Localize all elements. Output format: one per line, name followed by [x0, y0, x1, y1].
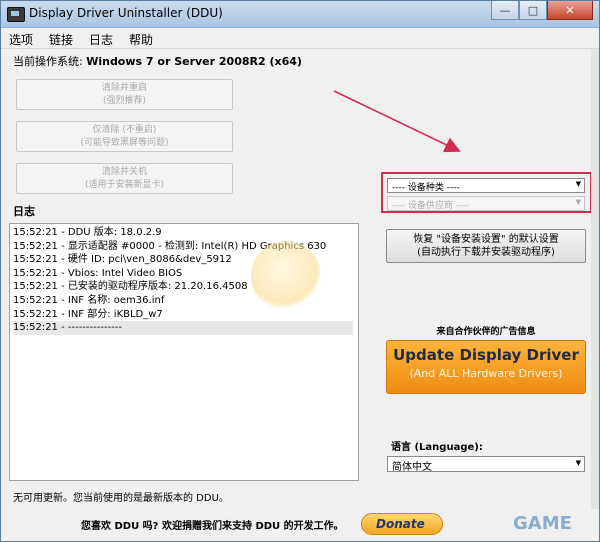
button-line: (可能导致黑屏等问题) — [80, 138, 169, 148]
ddu-window: Display Driver Uninstaller (DDU) — □ ✕ 选… — [0, 0, 600, 542]
vendor-value: ---- 设备供应商 ---- — [392, 201, 469, 211]
vendor-select[interactable]: ---- 设备供应商 ---- ▼ — [387, 196, 585, 211]
clean-restart-button[interactable]: 清除并重启 (强烈推荐) — [16, 79, 233, 110]
os-label: 当前操作系统: — [13, 55, 87, 68]
window-title: Display Driver Uninstaller (DDU) — [29, 6, 223, 20]
button-line: (强烈推荐) — [102, 96, 147, 106]
menu-options[interactable]: 选项 — [1, 28, 41, 48]
app-monitor-icon — [7, 7, 25, 22]
mascot-watermark — [251, 241, 321, 311]
button-line: 恢复 "设备安装设置" 的默认设置 — [413, 234, 559, 245]
log-line: 15:52:21 - INF 部分: iKBLD_w7 — [13, 308, 163, 320]
arrow-line — [333, 90, 461, 153]
menu-links[interactable]: 链接 — [41, 28, 81, 48]
button-line: (自动执行下载并安装驱动程序) — [417, 247, 555, 258]
button-line: 清除并关机 — [101, 167, 147, 177]
menu-bar: 选项 链接 日志 帮助 — [1, 28, 599, 49]
restore-defaults-button[interactable]: 恢复 "设备安装设置" 的默认设置 (自动执行下载并安装驱动程序) — [386, 229, 586, 263]
ad-subtitle: (And ALL Hardware Drivers) — [409, 367, 563, 380]
clean-shutdown-button[interactable]: 清除并关机 (适用于安装新显卡) — [16, 163, 233, 194]
update-driver-ad-button[interactable]: Update Display Driver (And ALL Hardware … — [386, 340, 586, 394]
close-button[interactable]: ✕ — [547, 1, 593, 20]
ad-title: Update Display Driver — [393, 346, 579, 364]
device-type-value: ---- 设备种类 ---- — [392, 183, 460, 193]
window-edge — [591, 49, 599, 509]
minimize-button[interactable]: — — [491, 1, 519, 20]
button-line: (适用于安装新显卡) — [84, 180, 165, 190]
os-value: Windows 7 or Server 2008R2 (x64) — [86, 55, 302, 68]
donate-button[interactable]: Donate — [361, 513, 443, 535]
device-type-select[interactable]: ---- 设备种类 ---- ▼ — [387, 178, 585, 193]
chevron-down-icon: ▼ — [575, 459, 581, 467]
chevron-down-icon: ▼ — [575, 180, 581, 188]
language-value: 简体中文 — [392, 462, 432, 473]
menu-log[interactable]: 日志 — [81, 28, 121, 48]
language-label: 语言 (Language): — [391, 442, 483, 453]
button-line: 清除并重启 — [101, 83, 147, 93]
menu-help[interactable]: 帮助 — [121, 28, 161, 48]
maximize-button[interactable]: □ — [519, 1, 547, 20]
language-select[interactable]: 简体中文 ▼ — [387, 456, 585, 473]
log-label: 日志 — [13, 205, 35, 218]
site-watermark: GAME — [513, 513, 572, 534]
title-bar[interactable]: Display Driver Uninstaller (DDU) — □ ✕ — [1, 1, 599, 28]
button-line: 仅清除 (不重启) — [92, 125, 157, 135]
os-info: 当前操作系统: Windows 7 or Server 2008R2 (x64) — [13, 53, 302, 69]
window-controls: — □ ✕ — [491, 1, 593, 21]
footer-text: 您喜欢 DDU 吗? 欢迎捐赠我们来支持 DDU 的开发工作。 — [81, 521, 344, 532]
chevron-down-icon: ▼ — [575, 198, 581, 206]
clean-no-restart-button[interactable]: 仅清除 (不重启) (可能导致黑屏等问题) — [16, 121, 233, 152]
log-line: 15:52:21 - DDU 版本: 18.0.2.9 — [13, 227, 162, 238]
update-status: 无可用更新。您当前使用的是最新版本的 DDU。 — [13, 493, 229, 504]
ad-label: 来自合作伙伴的广告信息 — [436, 327, 536, 337]
log-line-selected: 15:52:21 - --------------- — [13, 321, 353, 335]
